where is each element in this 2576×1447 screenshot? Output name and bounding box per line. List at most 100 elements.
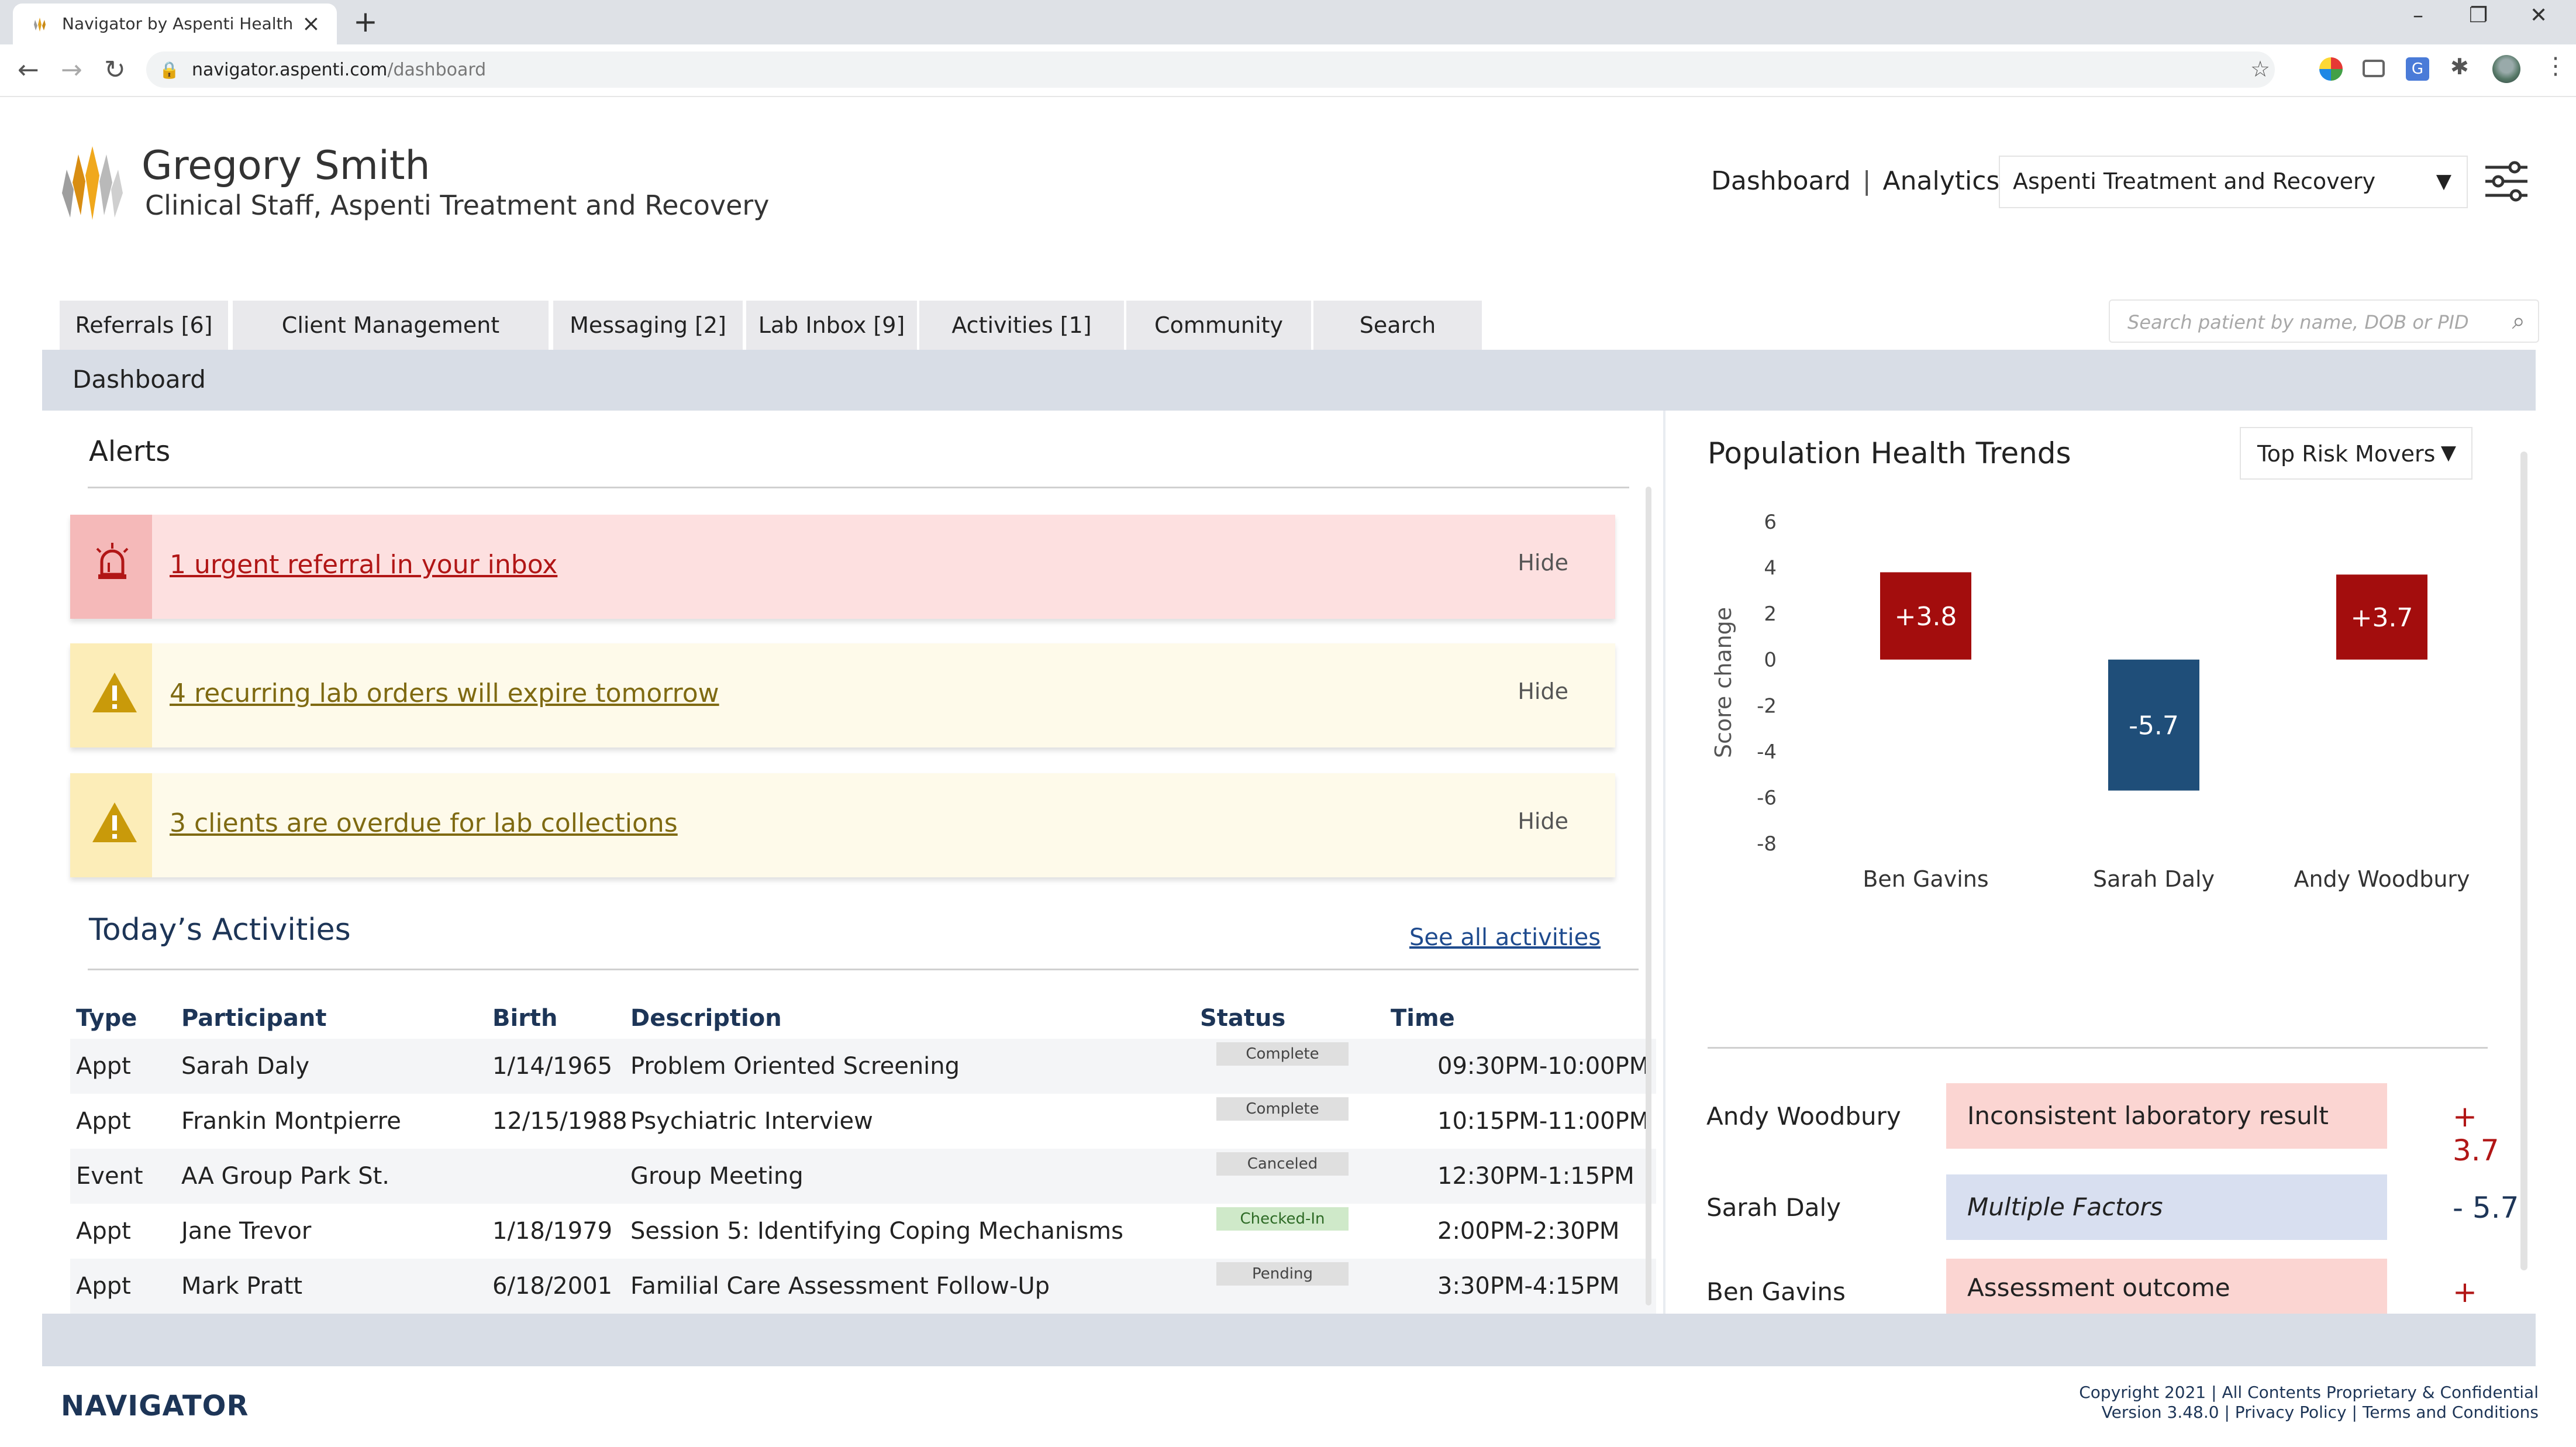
risk-mover-row[interactable]: Ben Gavins Assessment outcome + 3.8 <box>1665 1259 2519 1314</box>
aspenti-logo-icon <box>62 146 123 220</box>
mover-reason: Multiple Factors <box>1946 1174 2387 1240</box>
risk-mover-row[interactable]: Sarah Daly Multiple Factors - 5.7 <box>1665 1174 2519 1240</box>
divider <box>88 487 1629 488</box>
tab-messaging[interactable]: Messaging [2] <box>553 301 743 350</box>
cell-participant: Mark Pratt <box>181 1273 303 1300</box>
reload-icon[interactable]: ↻ <box>104 55 126 85</box>
forward-arrow-icon[interactable]: → <box>61 55 82 85</box>
footer-brand: NAVIGATOR <box>61 1390 249 1422</box>
table-row[interactable]: Event AA Group Park St. Group Meeting Ca… <box>70 1149 1656 1204</box>
organization-select[interactable]: Aspenti Treatment and Recovery ▼ <box>1999 156 2468 208</box>
bar-value-label: +3.8 <box>1895 602 1957 632</box>
column-header-status: Status <box>1200 1005 1286 1032</box>
top-navigation: Dashboard | Analytics <box>1711 166 1999 196</box>
close-tab-icon[interactable]: × <box>302 11 320 36</box>
hide-alert-button[interactable]: Hide <box>1518 678 1568 704</box>
cell-description: Group Meeting <box>630 1163 804 1190</box>
warning-icon <box>92 673 137 712</box>
x-category-label: Sarah Daly <box>2093 866 2215 892</box>
tab-client-management[interactable]: Client Management <box>233 301 549 350</box>
table-row[interactable]: Appt Frankin Montpierre 12/15/1988 Psych… <box>70 1094 1656 1149</box>
cell-time: 10:15PM-11:00PM <box>1437 1108 1650 1135</box>
settings-sliders-icon[interactable] <box>2483 158 2530 205</box>
aspenti-favicon-icon <box>34 18 46 32</box>
mover-name: Ben Gavins <box>1706 1277 1846 1306</box>
x-category-label: Andy Woodbury <box>2294 866 2470 892</box>
minimize-window-icon[interactable]: – <box>2413 4 2423 27</box>
new-tab-icon[interactable]: + <box>353 5 378 39</box>
siren-icon <box>96 543 129 579</box>
nav-analytics-link[interactable]: Analytics <box>1883 166 2000 196</box>
address-bar[interactable]: 🔒 navigator.aspenti.com/dashboard ☆ <box>146 51 2275 88</box>
close-window-icon[interactable]: ✕ <box>2530 4 2547 27</box>
y-tick-label: -4 <box>1757 740 1777 764</box>
browser-menu-icon[interactable]: ⋮ <box>2544 53 2567 80</box>
browser-tab[interactable]: Navigator by Aspenti Health × <box>13 4 337 44</box>
dashboard-content: Alerts 1 urgent referral in your inbox H… <box>42 411 2536 1314</box>
bookmark-star-icon[interactable]: ☆ <box>2250 56 2270 82</box>
tab-search[interactable]: Search <box>1313 301 1482 350</box>
color-extension-icon[interactable] <box>2319 57 2343 81</box>
tab-community[interactable]: Community <box>1126 301 1311 350</box>
cast-extension-icon[interactable] <box>2363 60 2385 77</box>
nav-dashboard-link[interactable]: Dashboard <box>1711 166 1851 196</box>
tab-lab-inbox[interactable]: Lab Inbox [9] <box>746 301 917 350</box>
alert-link[interactable]: 1 urgent referral in your inbox <box>170 550 557 580</box>
footer-legal: Copyright 2021 | All Contents Proprietar… <box>2079 1383 2539 1422</box>
cell-participant: Frankin Montpierre <box>181 1108 401 1135</box>
translate-extension-icon[interactable]: G <box>2406 57 2429 81</box>
cell-description: Problem Oriented Screening <box>630 1053 960 1080</box>
table-row[interactable]: Appt Jane Trevor 1/18/1979 Session 5: Id… <box>70 1204 1656 1259</box>
cell-birth: 1/18/1979 <box>492 1218 613 1245</box>
scrollbar[interactable] <box>1646 487 1651 1305</box>
mover-score: - 5.7 <box>2453 1191 2519 1225</box>
user-role: Clinical Staff, Aspenti Treatment and Re… <box>145 190 770 221</box>
cell-participant: Jane Trevor <box>181 1218 312 1245</box>
dashboard-header-bar: Dashboard <box>42 350 2536 411</box>
risk-mover-row[interactable]: Andy Woodbury Inconsistent laboratory re… <box>1665 1083 2519 1167</box>
population-health-panel: Population Health Trends Top Risk Movers… <box>1665 411 2536 1314</box>
column-header-description: Description <box>630 1005 782 1032</box>
caret-down-icon: ▼ <box>2440 441 2456 464</box>
y-tick-label: -6 <box>1757 786 1777 809</box>
column-header-participant: Participant <box>181 1005 327 1032</box>
browser-toolbar: ← → ↻ 🔒 navigator.aspenti.com/dashboard … <box>0 44 2576 97</box>
cell-type: Appt <box>76 1273 131 1300</box>
bar-value-label: -5.7 <box>2129 711 2179 741</box>
mover-score: + 3.8 <box>2453 1275 2499 1314</box>
alert-icon-strip <box>70 515 152 619</box>
table-row[interactable]: Appt Sarah Daly 1/14/1965 Problem Orient… <box>70 1039 1656 1094</box>
y-tick-label: -2 <box>1757 694 1777 718</box>
profile-avatar-icon[interactable] <box>2492 55 2520 83</box>
hide-alert-button[interactable]: Hide <box>1518 808 1568 834</box>
status-badge: Canceled <box>1216 1152 1349 1176</box>
y-tick-label: 4 <box>1764 557 1777 580</box>
restore-window-icon[interactable]: ❐ <box>2469 4 2488 27</box>
cell-participant: AA Group Park St. <box>181 1163 389 1190</box>
tab-referrals[interactable]: Referrals [6] <box>60 301 228 350</box>
trend-filter-select[interactable]: Top Risk Movers ▼ <box>2240 427 2472 480</box>
scrollbar[interactable] <box>2520 452 2527 1270</box>
cell-description: Psychiatric Interview <box>630 1108 873 1135</box>
bar-value-label: +3.7 <box>2351 603 2413 633</box>
see-all-activities-link[interactable]: See all activities <box>1409 924 1601 951</box>
hide-alert-button[interactable]: Hide <box>1518 550 1568 576</box>
footer-version-links[interactable]: Version 3.48.0 | Privacy Policy | Terms … <box>2079 1403 2539 1422</box>
column-header-type: Type <box>76 1005 137 1032</box>
browser-tab-strip: Navigator by Aspenti Health × + – ❐ ✕ <box>0 0 2576 44</box>
cell-birth: 12/15/1988 <box>492 1108 627 1135</box>
tab-activities[interactable]: Activities [1] <box>919 301 1124 350</box>
status-badge: Checked-In <box>1216 1207 1349 1231</box>
back-arrow-icon[interactable]: ← <box>18 55 39 85</box>
table-row[interactable]: Appt Mark Pratt 6/18/2001 Familial Care … <box>70 1259 1656 1314</box>
alerts-heading: Alerts <box>89 435 171 468</box>
alert-urgent-referral: 1 urgent referral in your inbox Hide <box>70 515 1615 619</box>
alert-link[interactable]: 3 clients are overdue for lab collection… <box>170 808 678 838</box>
search-icon[interactable]: ⌕ <box>2512 308 2525 335</box>
column-header-birth: Birth <box>492 1005 558 1032</box>
url-path: /dashboard <box>387 60 487 80</box>
patient-search-input[interactable] <box>2127 311 2490 333</box>
cell-participant: Sarah Daly <box>181 1053 310 1080</box>
alert-link[interactable]: 4 recurring lab orders will expire tomor… <box>170 678 719 708</box>
extensions-puzzle-icon[interactable]: ✱ <box>2450 54 2474 80</box>
